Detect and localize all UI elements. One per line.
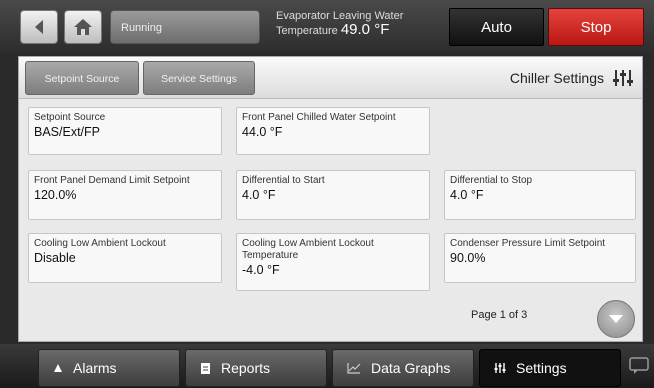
- back-arrow-icon: [35, 20, 43, 34]
- nav-alarms[interactable]: Alarms: [38, 349, 180, 387]
- home-icon: [74, 19, 92, 35]
- sliders-icon: [494, 363, 506, 373]
- setting-card-chilled-water-setpoint[interactable]: Front Panel Chilled Water Setpoint 44.0 …: [236, 107, 430, 155]
- setting-label: Setpoint Source: [34, 112, 106, 123]
- running-status: Running: [110, 10, 260, 44]
- settings-sliders-icon: [613, 70, 633, 86]
- setting-value: 120.0%: [34, 188, 77, 202]
- tab-bar: Setpoint Source Service Settings Chiller…: [19, 57, 642, 99]
- setting-label: Condenser Pressure Limit Setpoint: [450, 238, 606, 249]
- home-button[interactable]: [64, 10, 102, 44]
- setting-card-condenser-pressure-limit[interactable]: Condenser Pressure Limit Setpoint 90.0%: [444, 233, 636, 283]
- section-title: Chiller Settings: [509, 70, 604, 86]
- setting-card-differential-to-start[interactable]: Differential to Start 4.0 °F: [236, 170, 430, 220]
- page-down-button[interactable]: [597, 300, 635, 338]
- nav-label: Settings: [516, 360, 567, 376]
- setting-value: 44.0 °F: [242, 125, 283, 139]
- setting-label: Front Panel Demand Limit Setpoint: [34, 175, 190, 186]
- nav-label: Reports: [221, 360, 271, 376]
- bell-icon: [54, 364, 62, 372]
- setting-label: Differential to Stop: [450, 175, 533, 186]
- setting-card-differential-to-stop[interactable]: Differential to Stop 4.0 °F: [444, 170, 636, 220]
- evap-label-line2: Temperature: [276, 25, 338, 37]
- setting-value: 4.0 °F: [242, 188, 276, 202]
- top-bar: Running Evaporator Leaving Water Tempera…: [0, 0, 654, 54]
- setting-value: -4.0 °F: [242, 263, 280, 277]
- setting-label: Front Panel Chilled Water Setpoint: [242, 112, 396, 123]
- bottom-nav: Alarms Reports Data Graphs Settings: [0, 344, 654, 388]
- line-chart-icon: [347, 363, 361, 374]
- setting-card-cooling-low-ambient-lockout[interactable]: Cooling Low Ambient Lockout Disable: [28, 233, 222, 283]
- auto-button[interactable]: Auto: [449, 8, 544, 46]
- setting-card-setpoint-source[interactable]: Setpoint Source BAS/Ext/FP: [28, 107, 222, 155]
- setting-label: Cooling Low Ambient Lockout Temperature: [242, 238, 374, 261]
- chevron-down-icon: [609, 315, 623, 323]
- setting-card-lockout-temperature[interactable]: Cooling Low Ambient Lockout Temperature …: [236, 233, 430, 291]
- nav-label: Alarms: [73, 360, 117, 376]
- chiller-settings-panel: Setpoint Source Service Settings Chiller…: [18, 56, 643, 342]
- tab-service-settings[interactable]: Service Settings: [143, 61, 255, 95]
- nav-reports[interactable]: Reports: [185, 349, 327, 387]
- setting-value: 4.0 °F: [450, 188, 484, 202]
- nav-data-graphs[interactable]: Data Graphs: [332, 349, 474, 387]
- setting-label: Cooling Low Ambient Lockout: [34, 238, 166, 249]
- chat-icon[interactable]: [628, 356, 650, 376]
- setting-label: Differential to Start: [242, 175, 325, 186]
- nav-label: Data Graphs: [371, 360, 451, 376]
- setting-card-demand-limit-setpoint[interactable]: Front Panel Demand Limit Setpoint 120.0%: [28, 170, 222, 220]
- page-indicator: Page 1 of 3: [471, 309, 528, 321]
- back-button[interactable]: [20, 10, 58, 44]
- setting-value: BAS/Ext/FP: [34, 125, 100, 139]
- evap-temperature-value: 49.0 °F: [340, 21, 390, 38]
- setting-value: Disable: [34, 251, 76, 265]
- evaporator-leaving-water-readout: Evaporator Leaving Water Temperature 49.…: [276, 10, 446, 38]
- setting-value: 90.0%: [450, 251, 486, 265]
- nav-settings[interactable]: Settings: [479, 349, 621, 387]
- stop-button[interactable]: Stop: [548, 8, 644, 46]
- tab-setpoint-source[interactable]: Setpoint Source: [25, 61, 139, 95]
- document-icon: [201, 362, 210, 374]
